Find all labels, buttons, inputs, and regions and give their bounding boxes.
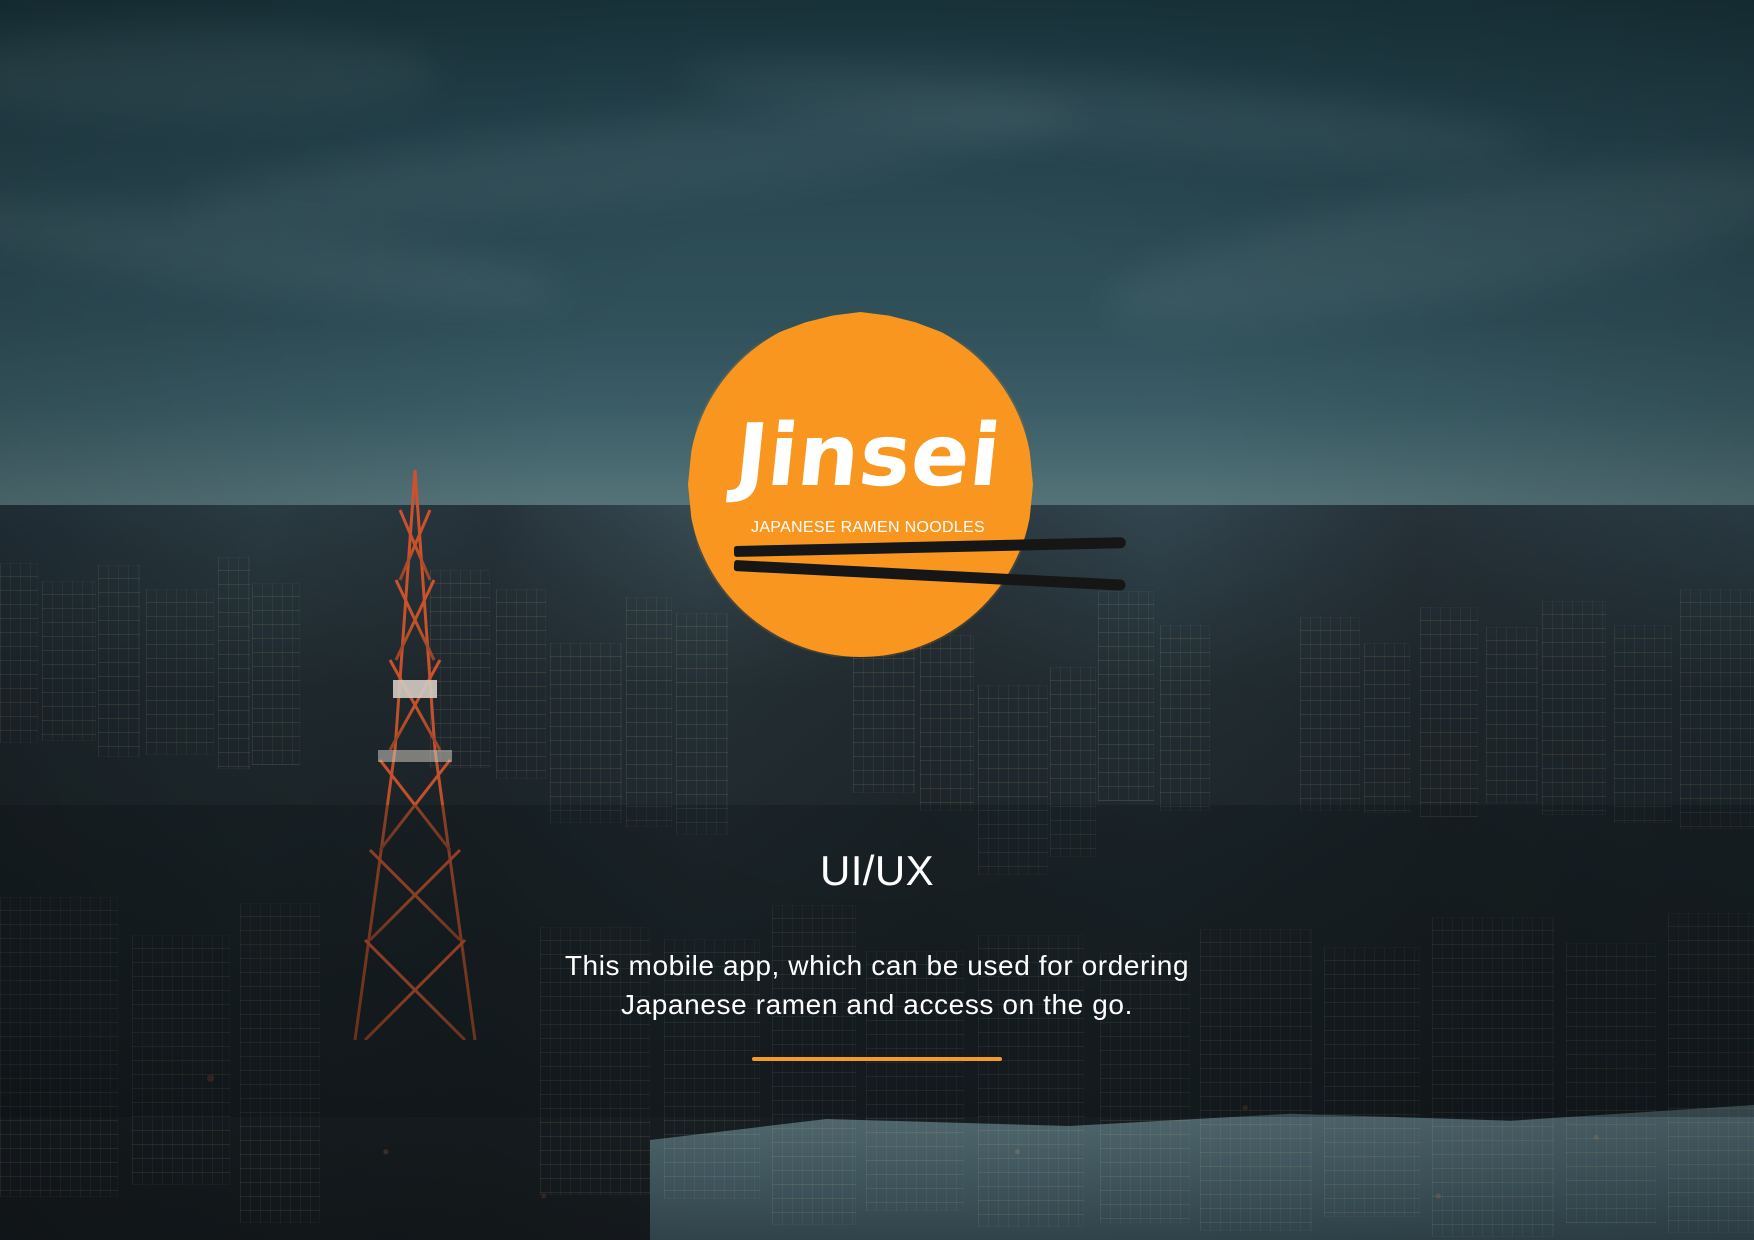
brand-subtitle: JAPANESE RAMEN NOODLES: [751, 519, 985, 536]
landing-screen: Jinsei JAPANESE RAMEN NOODLES UI/UX This…: [0, 0, 1754, 1240]
page-title: UI/UX: [819, 847, 934, 894]
accent-divider: [752, 1057, 1002, 1061]
brand-name: Jinsei: [730, 406, 1006, 506]
brand-logo: Jinsei JAPANESE RAMEN NOODLES: [688, 312, 1127, 662]
page-description: This mobile app, which can be used for o…: [564, 950, 1190, 1020]
